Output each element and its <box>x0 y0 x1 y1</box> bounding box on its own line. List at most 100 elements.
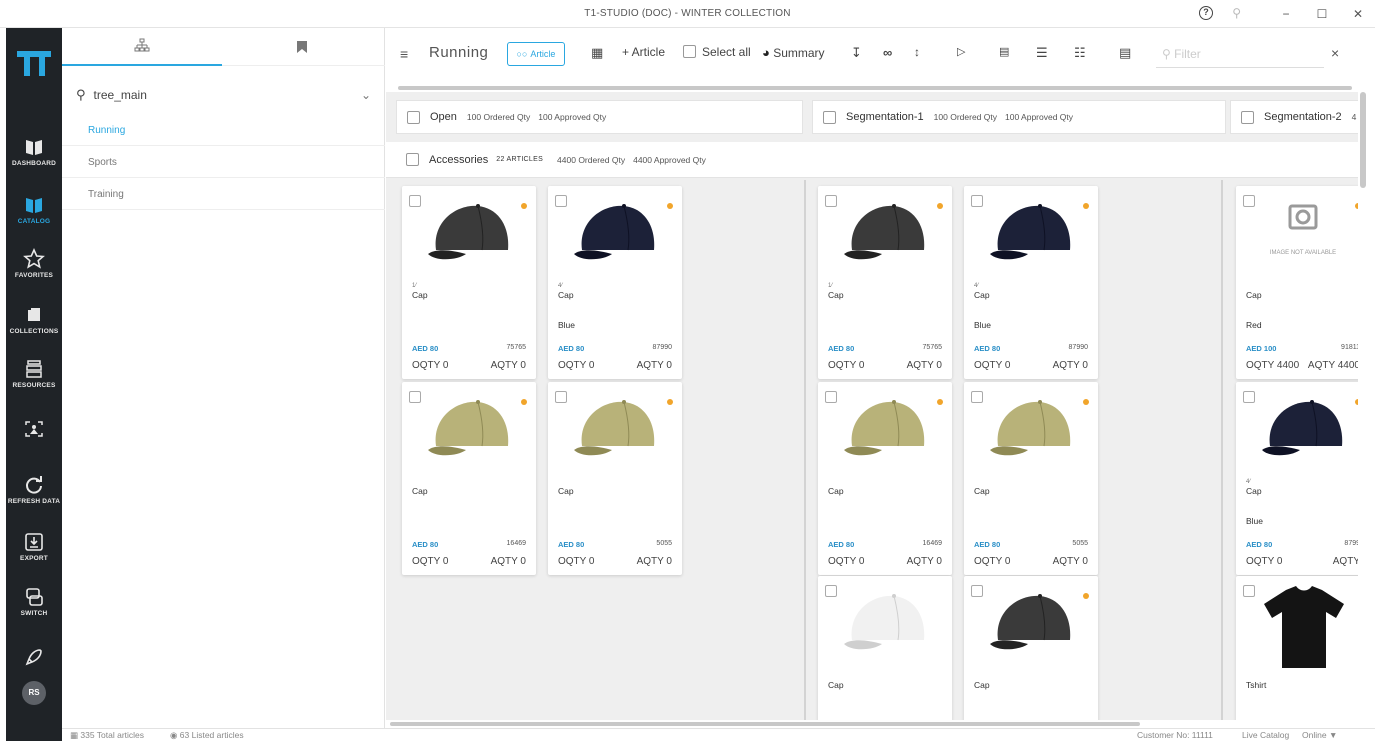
add-article-button[interactable]: + Article <box>622 45 665 59</box>
article-view-toggle[interactable]: ○○ Article <box>507 42 565 66</box>
rail-resources[interactable]: RESOURCES <box>6 358 62 389</box>
left-nav-rail: DASHBOARD CATALOG FAVORITES COLLECTIONS … <box>6 28 62 741</box>
segment-checkbox[interactable] <box>1241 110 1254 124</box>
tree-node-running[interactable]: Running <box>62 115 385 146</box>
article-version: 4⁄ <box>1246 479 1251 485</box>
resources-icon <box>26 360 42 378</box>
rail-dashboard[interactable]: DASHBOARD <box>6 136 62 167</box>
article-checkbox[interactable] <box>555 391 567 403</box>
tree-node-sports[interactable]: Sports <box>62 147 385 178</box>
article-checkbox[interactable] <box>971 585 983 597</box>
brush-icon: ⁄ <box>831 283 833 289</box>
horizontal-scrollbar[interactable] <box>390 722 1140 726</box>
article-checkbox[interactable] <box>409 391 421 403</box>
sort-updown-icon[interactable]: ↕ <box>914 45 920 59</box>
article-card[interactable]: Cap AED 80 5055 OQTY 0 AQTY 0 <box>548 382 682 575</box>
star-icon <box>23 248 45 269</box>
article-card[interactable]: 4⁄Cap Blue AED 80 8799 OQTY 0 AQTY <box>1236 382 1358 575</box>
article-number: 5055 <box>1072 540 1088 547</box>
tree-node-training[interactable]: Training <box>62 179 385 210</box>
ordered-qty: OQTY 0 <box>974 556 1011 567</box>
article-card[interactable]: Cap <box>818 576 952 720</box>
vertical-scrollbar[interactable] <box>1360 92 1366 188</box>
binoculars-tool-icon[interactable]: ∞ <box>883 45 892 60</box>
top-scrollbar[interactable] <box>398 86 1352 90</box>
article-checkbox[interactable] <box>825 391 837 403</box>
user-avatar[interactable]: RS <box>22 681 46 705</box>
maximize-button[interactable]: ☐ <box>1315 7 1329 21</box>
catalog-icon <box>26 198 42 213</box>
rail-catalog[interactable]: CATALOG <box>6 194 62 225</box>
zoom-icon[interactable]: ⚲ <box>1232 6 1241 20</box>
help-icon[interactable]: ? <box>1199 6 1213 20</box>
article-checkbox[interactable] <box>971 391 983 403</box>
article-card[interactable]: 4⁄ Cap Blue AED 80 87990 OQTY 0 AQTY 0 <box>548 186 682 379</box>
summary-button[interactable]: ◕ Summary <box>762 45 825 60</box>
grid-options-icon[interactable]: ▦ <box>591 45 603 61</box>
rail-refresh-data[interactable]: REFRESH DATA <box>6 474 62 505</box>
article-checkbox[interactable] <box>409 195 421 207</box>
article-checkbox[interactable] <box>555 195 567 207</box>
rail-rocket[interactable] <box>6 646 62 668</box>
ordered-qty: OQTY 4400 <box>1246 360 1300 371</box>
article-card[interactable]: 1⁄ Cap AED 80 75765 OQTY 0 AQTY 0 <box>818 186 952 379</box>
rail-scan[interactable] <box>6 418 62 440</box>
segment-checkbox[interactable] <box>823 110 836 124</box>
article-checkbox[interactable] <box>1243 195 1255 207</box>
article-checkbox[interactable] <box>825 195 837 207</box>
hierarchy-tool-icon[interactable]: ☷ <box>1074 45 1086 61</box>
rail-favorites[interactable]: FAVORITES <box>6 248 62 279</box>
status-dot <box>937 203 943 209</box>
image-icon[interactable]: ▤ <box>999 45 1009 58</box>
image-not-available-text: IMAGE NOT AVAILABLE <box>1269 250 1337 256</box>
segment-open[interactable]: Open 100 Ordered Qty 100 Approved Qty <box>396 100 803 134</box>
article-color: Blue <box>558 320 576 330</box>
close-window-button[interactable]: ✕ <box>1351 7 1365 21</box>
rail-switch[interactable]: SWITCH <box>6 586 62 617</box>
segment-segmentation-2[interactable]: Segmentation-2 4 <box>1230 100 1358 134</box>
article-checkbox[interactable] <box>1243 391 1255 403</box>
not-available-image <box>1256 192 1352 282</box>
article-card[interactable]: Cap AED 80 5055 OQTY 0 AQTY 0 <box>964 382 1098 575</box>
status-dot <box>1355 203 1358 209</box>
accessories-group-header[interactable]: Accessories 22 ARTICLES 4400 Ordered Qty… <box>386 142 1358 178</box>
article-name: Cap <box>974 290 990 300</box>
article-card[interactable]: Cap <box>964 576 1098 720</box>
article-card[interactable]: IMAGE NOT AVAILABLE Cap Red AED 100 91811 OQT… <box>1236 186 1358 379</box>
article-card[interactable]: Tshirt <box>1236 576 1358 720</box>
clear-filter-button[interactable]: × <box>1331 45 1339 61</box>
ordered-qty: OQTY 0 <box>558 360 595 371</box>
article-checkbox[interactable] <box>971 195 983 207</box>
accessories-checkbox[interactable] <box>406 153 419 166</box>
tab-bookmarks[interactable] <box>222 28 382 66</box>
article-card[interactable]: Cap AED 80 16469 OQTY 0 AQTY 0 <box>818 382 952 575</box>
article-card[interactable]: 4⁄ Cap Blue AED 80 87990 OQTY 0 AQTY 0 <box>964 186 1098 379</box>
rail-export[interactable]: EXPORT <box>6 531 62 562</box>
tree-selector[interactable]: ⚲ tree_main ⌄ <box>62 78 385 112</box>
tab-hierarchy[interactable] <box>62 28 222 66</box>
filter-input[interactable]: ⚲ Filter <box>1156 38 1324 68</box>
download-icon[interactable]: ↧ <box>851 45 862 61</box>
approved-qty: AQTY 0 <box>906 556 942 567</box>
select-all-checkbox[interactable]: Select all <box>683 45 751 59</box>
sort-icon[interactable]: ≡ <box>400 46 408 62</box>
article-card[interactable]: 1⁄ Cap AED 80 75765 OQTY 0 AQTY 0 <box>402 186 536 379</box>
minimize-button[interactable]: − <box>1279 7 1293 21</box>
article-price: AED 80 <box>828 344 855 353</box>
article-price: AED 80 <box>412 344 439 353</box>
sliders-icon[interactable]: ☰ <box>1036 45 1048 61</box>
segment-checkbox[interactable] <box>407 110 420 124</box>
article-name: Cap <box>558 290 574 300</box>
segment-segmentation-1[interactable]: Segmentation-1 100 Ordered Qty 100 Appro… <box>812 100 1226 134</box>
rocket-icon <box>25 649 42 666</box>
document-icon[interactable]: ▤ <box>1119 45 1131 61</box>
article-checkbox[interactable] <box>1243 585 1255 597</box>
play-icon[interactable]: ▷ <box>957 45 965 58</box>
article-checkbox[interactable] <box>825 585 837 597</box>
status-dot <box>521 203 527 209</box>
brush-icon: ⁄ <box>977 283 979 289</box>
customer-number: Customer No: 11111 <box>1137 730 1213 740</box>
scan-icon <box>25 421 43 437</box>
rail-collections[interactable]: COLLECTIONS <box>6 304 62 335</box>
article-card[interactable]: Cap AED 80 16469 OQTY 0 AQTY 0 <box>402 382 536 575</box>
